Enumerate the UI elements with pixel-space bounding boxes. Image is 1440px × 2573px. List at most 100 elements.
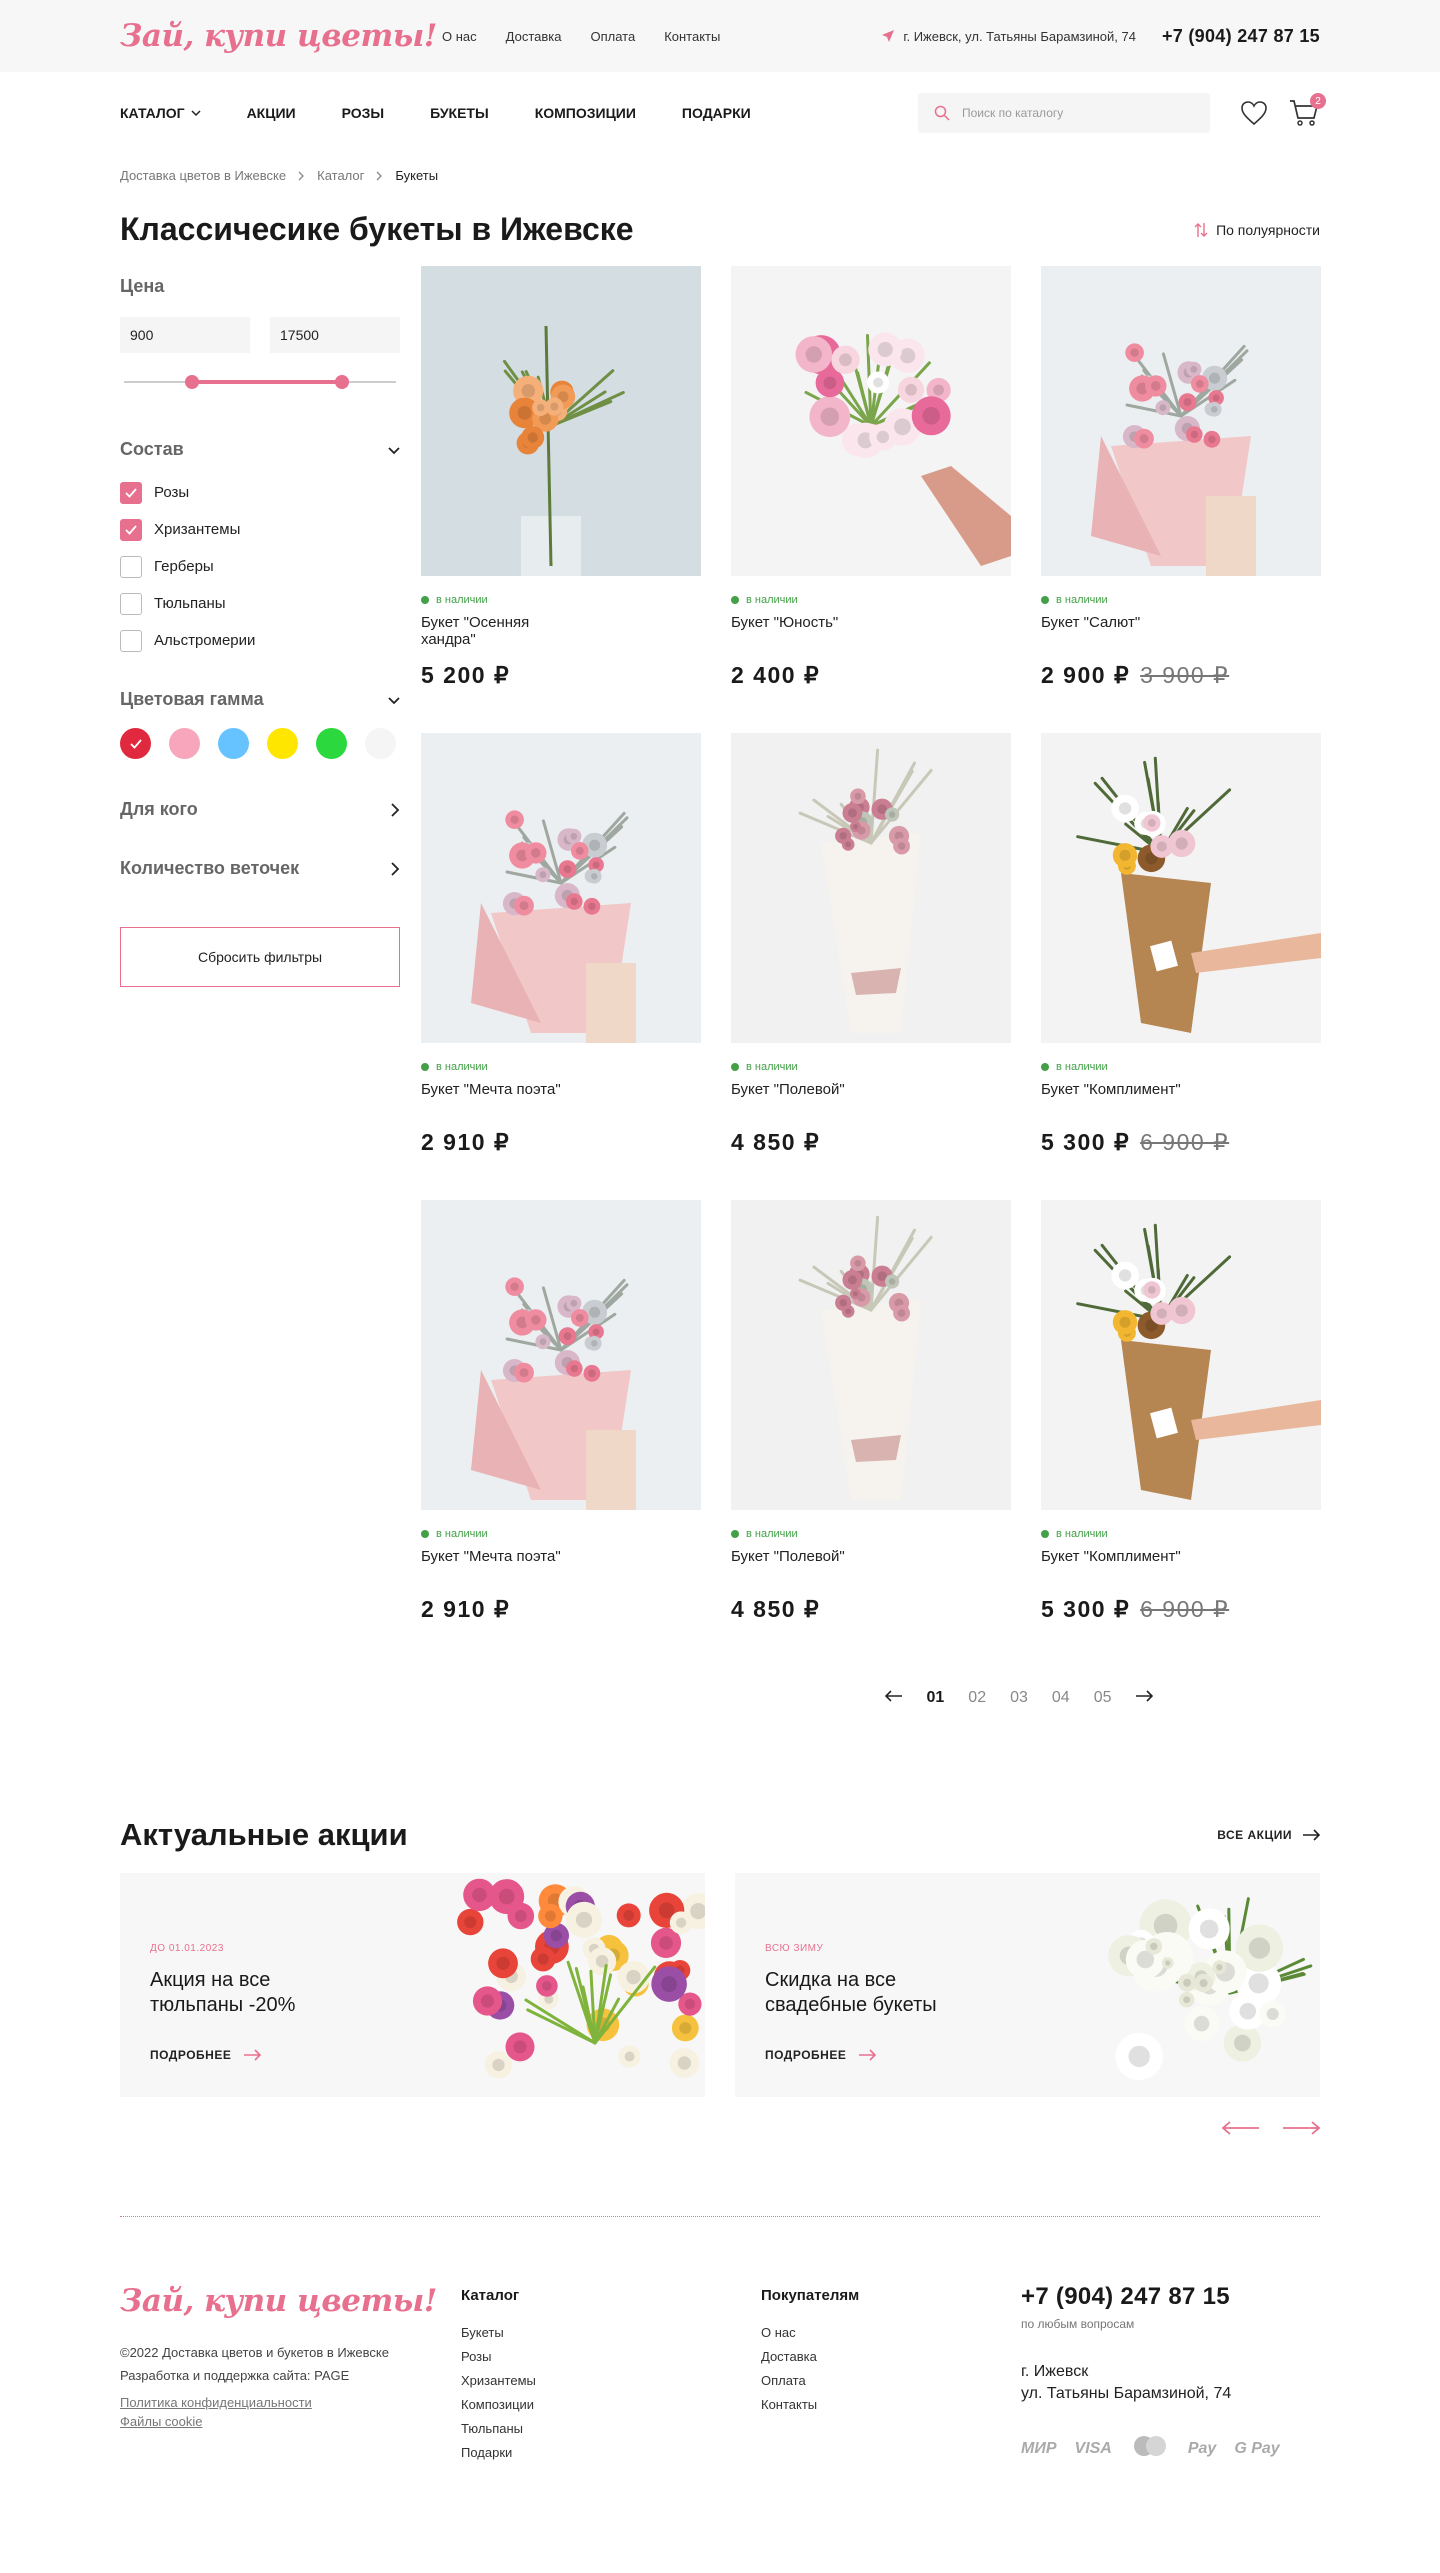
favorites-button[interactable] [1238,97,1270,129]
nav-bouquets[interactable]: БУКЕТЫ [430,105,489,121]
color-swatch[interactable] [218,728,249,759]
product-name[interactable]: Букет "Комплимент" [1041,1081,1201,1117]
top-link-contacts[interactable]: Контакты [664,29,720,44]
product-card[interactable]: в наличии Букет "Комплимент" 5 300 ₽ 6 900 … [1041,733,1321,1170]
privacy-policy-link[interactable]: Политика конфиденциальности [120,2395,461,2410]
product-name[interactable]: Букет "Салют" [1041,614,1201,650]
product-photo[interactable] [731,266,1011,576]
footer-buyers-link[interactable]: Доставка [761,2349,1021,2364]
footer-phone[interactable]: +7 (904) 247 87 15 [1021,2283,1320,2311]
checkbox[interactable] [120,592,142,615]
product-card[interactable]: в наличии Букет "Мечта поэта" 2 910 ₽ [421,1200,701,1637]
product-photo[interactable] [731,733,1011,1043]
color-filter-toggle[interactable]: Цветовая гамма [120,689,400,710]
product-card[interactable]: в наличии Букет "Салют" 2 900 ₽ 3 900 ₽ [1041,266,1321,703]
carousel-prev-arrow-icon[interactable] [1221,2121,1260,2140]
breadcrumb-home[interactable]: Доставка цветов в Ижевске [120,168,286,183]
composition-option[interactable]: Герберы [120,548,400,585]
prev-page-arrow-icon[interactable] [884,1689,903,1707]
page-number[interactable]: 03 [1010,1689,1028,1707]
page-number[interactable]: 02 [968,1689,986,1707]
composition-option[interactable]: Хризантемы [120,511,400,548]
product-photo[interactable] [421,266,701,576]
all-promos-link[interactable]: ВСЕ АКЦИИ [1217,1828,1320,1842]
product-photo[interactable] [731,1200,1011,1510]
nav-promos[interactable]: АКЦИИ [247,105,296,121]
price-to-input[interactable] [270,317,400,353]
composition-option[interactable]: Розы [120,474,400,511]
checkbox[interactable] [120,555,142,578]
promo-more-link[interactable]: ПОДРОБНЕЕ [765,2048,1320,2062]
carousel-next-arrow-icon[interactable] [1282,2121,1321,2140]
product-photo[interactable] [1041,733,1321,1043]
promo-card[interactable]: ВСЮ ЗИМУ Скидка на все свадебные букеты ПО… [735,1873,1320,2097]
color-swatch[interactable] [169,728,200,759]
product-photo[interactable] [1041,266,1321,576]
top-link-delivery[interactable]: Доставка [506,29,562,44]
footer-catalog-link[interactable]: Композиции [461,2397,761,2412]
price-from-input[interactable] [120,317,250,353]
color-swatch[interactable] [120,728,151,759]
footer-logo[interactable]: Зай, купи цветы! [120,2283,461,2319]
nav-gifts[interactable]: ПОДАРКИ [682,105,751,121]
product-name[interactable]: Букет "Полевой" [731,1548,891,1584]
footer-catalog-link[interactable]: Розы [461,2349,761,2364]
footer-catalog-link[interactable]: Хризантемы [461,2373,761,2388]
for-whom-filter-toggle[interactable]: Для кого [120,799,400,820]
breadcrumb-catalog[interactable]: Каталог [317,168,364,183]
composition-filter-toggle[interactable]: Состав [120,439,400,460]
price-slider-min-handle[interactable] [185,375,199,389]
page-number[interactable]: 05 [1094,1689,1112,1707]
top-link-about[interactable]: О нас [442,29,477,44]
product-card[interactable]: в наличии Букет "Юность" 2 400 ₽ [731,266,1011,703]
next-page-arrow-icon[interactable] [1135,1689,1154,1707]
product-photo[interactable] [1041,1200,1321,1510]
color-swatch[interactable] [267,728,298,759]
promo-more-link[interactable]: ПОДРОБНЕЕ [150,2048,705,2062]
product-name[interactable]: Букет "Комплимент" [1041,1548,1201,1584]
product-photo[interactable] [421,733,701,1043]
product-name[interactable]: Букет "Юность" [731,614,891,650]
product-card[interactable]: в наличии Букет "Комплимент" 5 300 ₽ 6 900 … [1041,1200,1321,1637]
sort-dropdown[interactable]: По полуярности [1194,222,1320,238]
product-card[interactable]: в наличии Букет "Мечта поэта" 2 910 ₽ [421,733,701,1170]
color-swatch[interactable] [365,728,396,759]
page-number[interactable]: 01 [927,1689,945,1707]
product-name[interactable]: Букет "Мечта поэта" [421,1548,581,1584]
footer-catalog-link[interactable]: Подарки [461,2445,761,2460]
nav-roses[interactable]: РОЗЫ [342,105,385,121]
footer-buyers-link[interactable]: О нас [761,2325,1021,2340]
footer-buyers-link[interactable]: Оплата [761,2373,1021,2388]
nav-catalog[interactable]: КАТАЛОГ [120,105,201,121]
composition-option[interactable]: Тюльпаны [120,585,400,622]
product-name[interactable]: Букет "Полевой" [731,1081,891,1117]
search-input[interactable] [962,106,1182,120]
cookies-link[interactable]: Файлы cookie [120,2414,461,2429]
product-card[interactable]: в наличии Букет "Полевой" 4 850 ₽ [731,733,1011,1170]
reset-filters-button[interactable]: Сбросить фильтры [120,927,400,987]
header-phone[interactable]: +7 (904) 247 87 15 [1162,26,1320,47]
price-slider-max-handle[interactable] [334,375,349,389]
product-name[interactable]: Букет "Осенняя хандра" [421,614,581,650]
product-card[interactable]: в наличии Букет "Полевой" 4 850 ₽ [731,1200,1011,1637]
top-link-payment[interactable]: Оплата [590,29,635,44]
footer-catalog-link[interactable]: Тюльпаны [461,2421,761,2436]
checkbox[interactable] [120,481,142,504]
branches-filter-toggle[interactable]: Количество веточек [120,858,400,879]
footer-buyers-link[interactable]: Контакты [761,2397,1021,2412]
sort-label: По полуярности [1216,221,1320,238]
promo-card[interactable]: ДО 01.01.2023 Акция на все тюльпаны -20% П… [120,1873,705,2097]
logo[interactable]: Зай, купи цветы! [120,18,442,54]
product-photo[interactable] [421,1200,701,1510]
color-swatch[interactable] [316,728,347,759]
nav-compositions[interactable]: КОМПОЗИЦИИ [535,105,636,121]
checkbox[interactable] [120,518,142,541]
price-slider[interactable] [120,367,400,397]
page-number[interactable]: 04 [1052,1689,1070,1707]
cart-button[interactable]: 2 [1288,93,1326,129]
footer-catalog-link[interactable]: Букеты [461,2325,761,2340]
product-name[interactable]: Букет "Мечта поэта" [421,1081,581,1117]
checkbox[interactable] [120,629,142,652]
product-card[interactable]: в наличии Букет "Осенняя хандра" 5 200 ₽ [421,266,701,703]
composition-option[interactable]: Альстромерии [120,622,400,659]
